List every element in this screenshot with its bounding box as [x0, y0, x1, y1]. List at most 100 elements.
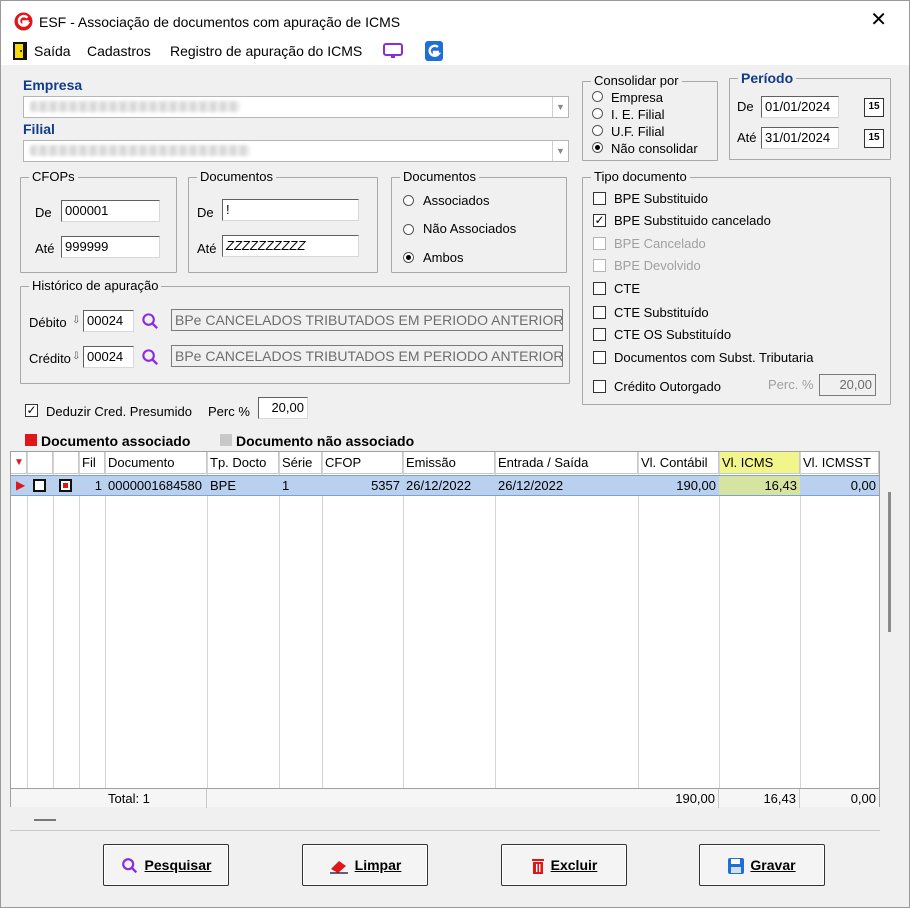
down-arrow-icon: ⇩ [72, 315, 81, 326]
cell-vl-contabil: 190,00 [676, 478, 716, 493]
row-select-checkbox[interactable] [33, 479, 46, 492]
consolidar-radio-empresa[interactable] [592, 91, 603, 102]
col-header-vl-contabil[interactable]: Vl. Contábil [638, 452, 719, 474]
table-totals: Total: 1 190,00 16,43 0,00 [11, 788, 879, 808]
historico-credito-label: Crédito [29, 351, 71, 366]
documentos-filter-title: Documentos [400, 169, 479, 184]
close-icon[interactable]: ✕ [870, 10, 887, 30]
monitor-icon[interactable] [383, 43, 403, 59]
empresa-label: Empresa [23, 77, 83, 93]
consolidar-radio-uf-filial[interactable] [592, 125, 603, 136]
tipo-check-cte[interactable] [593, 282, 606, 295]
tipo-label-cte-os-substituido: CTE OS Substituído [614, 327, 732, 342]
menu-saida[interactable]: Saída [34, 43, 71, 59]
table-row[interactable]: ▶ 1 0000001684580 BPE 1 5357 26/12/2022 … [11, 475, 879, 496]
exit-door-icon [13, 42, 27, 60]
periodo-de-input[interactable]: 01/01/2024 [761, 96, 839, 118]
documentos-ate-label: Até [197, 241, 217, 256]
cell-serie: 1 [282, 478, 290, 493]
consolidar-option-uf-filial: U.F. Filial [611, 124, 665, 139]
legend-nao-associado-swatch [220, 434, 232, 446]
calendar-icon[interactable]: 15 [864, 98, 884, 117]
documentos-de-input[interactable]: ! [222, 199, 359, 221]
tipo-check-cte-os-substituido[interactable] [593, 328, 606, 341]
tipo-perc-input: 20,00 [819, 374, 876, 396]
main-window: ESF - Associação de documentos com apura… [0, 0, 910, 908]
consolidar-group: Consolidar por Empresa I. E. Filial U.F.… [582, 73, 718, 161]
col-divider [105, 452, 106, 788]
gravar-button[interactable]: Gravar [699, 844, 825, 886]
calendar-icon[interactable]: 15 [864, 129, 884, 148]
periodo-ate-input[interactable]: 31/01/2024 [761, 127, 839, 149]
historico-debito-desc: BPe CANCELADOS TRIBUTADOS EM PERIODO ANT… [171, 309, 563, 331]
documentos-filter-group: Documentos Associados Não Associados Amb… [391, 169, 567, 273]
documentos-radio-associados[interactable] [403, 195, 414, 206]
tipo-check-bpe-substituido-cancelado[interactable]: ✓ [593, 214, 606, 227]
deduzir-perc-input[interactable]: 20,00 [258, 397, 308, 419]
periodo-de-label: De [737, 99, 754, 114]
menu-bar: Saída Cadastros Registro de apuração do … [1, 37, 909, 65]
g-brand-icon[interactable] [425, 41, 443, 61]
documentos-ate-input[interactable]: ZZZZZZZZZZ [222, 235, 359, 257]
empresa-value-blurred [30, 101, 240, 112]
empresa-combo[interactable]: ▼ [23, 96, 569, 118]
col-header-vl-icms[interactable]: Vl. ICMS [719, 452, 800, 474]
chevron-down-icon[interactable]: ▼ [552, 141, 568, 161]
consolidar-radio-nao-consolidar[interactable] [592, 142, 603, 153]
cfops-de-input[interactable]: 000001 [61, 200, 160, 222]
col-header-tp-docto[interactable]: Tp. Docto [207, 452, 279, 474]
col-header-fil[interactable]: Fil [79, 452, 105, 474]
search-icon[interactable] [141, 312, 160, 331]
tipo-check-subst-tributaria[interactable] [593, 351, 606, 364]
excluir-button[interactable]: Excluir [501, 844, 627, 886]
totals-vl-icmsst: 0,00 [850, 791, 876, 806]
historico-debito-code-input[interactable]: 00024 [83, 310, 134, 332]
col-divider [800, 452, 801, 788]
deduzir-checkbox[interactable]: ✓ [25, 404, 38, 417]
vertical-scrollbar[interactable] [888, 492, 891, 632]
historico-group: Histórico de apuração Débito ⇩ 00024 BPe… [20, 278, 570, 384]
col-header-entrada-saida[interactable]: Entrada / Saída [495, 452, 638, 474]
documentos-radio-ambos[interactable] [403, 252, 414, 263]
consolidar-option-empresa: Empresa [611, 90, 664, 105]
cell-vl-icms: 16,43 [719, 476, 800, 495]
col-divider [719, 452, 720, 788]
menu-registro-apuracao[interactable]: Registro de apuração do ICMS [170, 43, 362, 59]
consolidar-radio-ie-filial[interactable] [592, 108, 603, 119]
tipo-check-bpe-substituido[interactable] [593, 192, 606, 205]
search-icon [121, 858, 137, 874]
tipo-check-credito-outorgado[interactable] [593, 380, 606, 393]
pesquisar-button[interactable]: Pesquisar [103, 844, 229, 886]
horizontal-scrollbar[interactable] [34, 819, 56, 821]
documentos-radio-nao-associados[interactable] [403, 224, 414, 235]
col-divider [79, 452, 80, 788]
sort-indicator-icon[interactable]: ▼ [11, 452, 27, 474]
search-icon[interactable] [141, 348, 160, 367]
totals-vl-contabil: 190,00 [638, 789, 719, 808]
col-divider [638, 452, 639, 788]
status-red-dot [63, 483, 68, 488]
col-divider [27, 452, 28, 788]
documentos-range-title: Documentos [197, 169, 276, 184]
col-header-vl-icmsst[interactable]: Vl. ICMSST [800, 452, 879, 474]
filial-combo[interactable]: ▼ [23, 140, 569, 162]
legend-nao-associado-label: Documento não associado [236, 433, 415, 449]
save-disk-icon [728, 858, 745, 875]
col-header-emissao[interactable]: Emissão [403, 452, 495, 474]
tipo-perc-label: Perc. % [768, 377, 814, 392]
col-divider [403, 452, 404, 788]
col-header-documento[interactable]: Documento [105, 452, 207, 474]
historico-credito-code-input[interactable]: 00024 [83, 346, 134, 368]
limpar-button[interactable]: Limpar [302, 844, 428, 886]
historico-debito-label: Débito [29, 315, 67, 330]
menu-cadastros[interactable]: Cadastros [87, 43, 151, 59]
tipo-check-cte-substituido[interactable] [593, 306, 606, 319]
consolidar-option-nao-consolidar: Não consolidar [611, 141, 698, 156]
col-header-serie[interactable]: Série [279, 452, 322, 474]
excluir-label: Excluir [550, 857, 598, 873]
chevron-down-icon[interactable]: ▼ [552, 97, 568, 117]
tipo-label-credito-outorgado: Crédito Outorgado [614, 379, 721, 394]
filial-label: Filial [23, 121, 55, 137]
col-header-cfop[interactable]: CFOP [322, 452, 403, 474]
cfops-ate-input[interactable]: 999999 [61, 236, 160, 258]
